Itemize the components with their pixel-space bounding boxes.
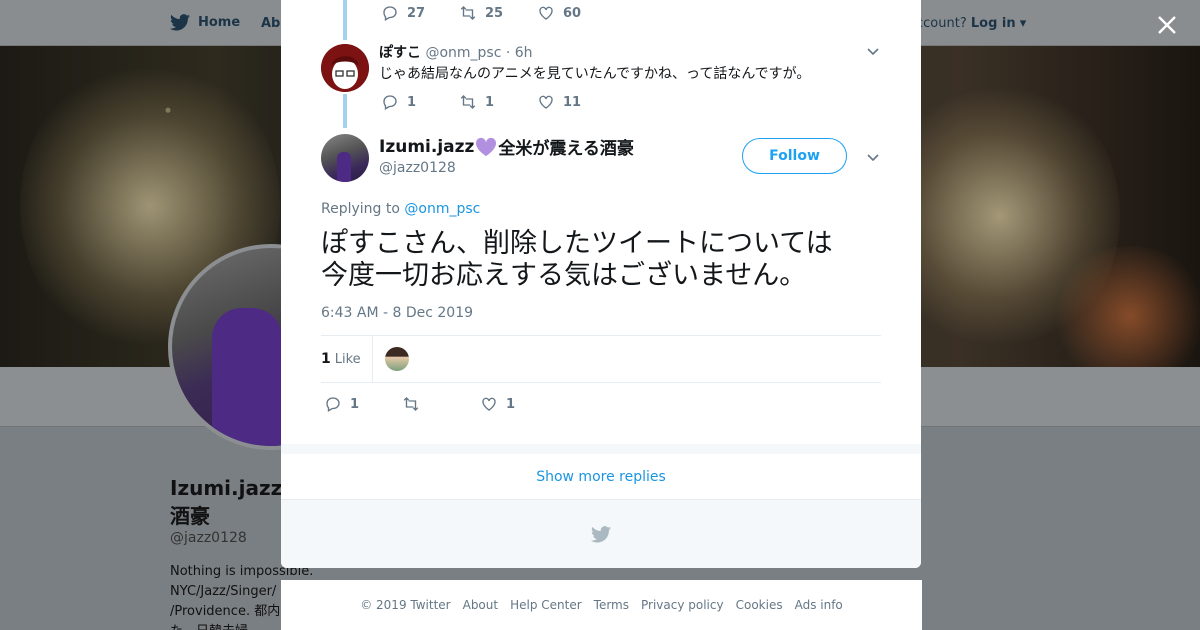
like-count: 11 <box>563 94 582 110</box>
modal-footer <box>281 500 921 568</box>
retweet-icon <box>460 6 476 20</box>
liker-avatar[interactable] <box>384 347 409 371</box>
retweet-count: 25 <box>485 5 504 21</box>
profile-name-line2: 酒豪 <box>170 504 210 528</box>
main-tweet-text-line: 今度一切お応えする気はございません。 <box>321 260 807 291</box>
page-footer: © 2019 Twitter About Help Center Terms P… <box>281 580 922 630</box>
twitter-bird-icon <box>170 14 190 31</box>
divider <box>321 382 881 383</box>
chevron-down-icon: ▾ <box>1019 16 1027 31</box>
reply-icon <box>383 95 397 110</box>
main-author-name[interactable]: Izumi.jazz 全米が震える酒豪 <box>379 134 634 160</box>
reply-count: 1 <box>350 396 360 412</box>
likes-stat[interactable]: 1 Like <box>321 336 373 382</box>
profile-name-text: Izumi.jazz <box>170 476 283 500</box>
heart-icon <box>539 6 553 20</box>
retweet-icon <box>403 397 419 411</box>
thread-line <box>343 94 347 128</box>
main-tweet-actions: 1 1 <box>324 395 558 413</box>
retweet-count: 1 <box>485 94 495 110</box>
footer-link-ads-info[interactable]: Ads info <box>795 598 843 612</box>
replying-prefix: Replying to <box>321 201 400 217</box>
main-tweet-text: ぽすこさん、削除したツイートについては 今度一切お応えする気はございません。 <box>321 228 881 292</box>
main-author-avatar[interactable] <box>321 134 369 182</box>
like-count: 1 <box>506 396 516 412</box>
close-icon[interactable] <box>1154 12 1180 38</box>
avatar-illustration <box>321 44 369 92</box>
main-author-name-suffix: 全米が震える酒豪 <box>498 139 634 159</box>
replying-to: Replying to @onm_psc <box>321 201 480 217</box>
reply-action[interactable]: 1 <box>324 395 402 413</box>
nav-home-label: Home <box>198 15 241 30</box>
chevron-down-icon[interactable] <box>865 43 881 59</box>
reply-action[interactable]: 27 <box>381 4 459 22</box>
reply-tweet-header: ぽすこ @onm_psc · 6h <box>379 42 533 62</box>
profile-name: Izumi.jazz 酒豪 <box>170 474 283 530</box>
retweet-icon <box>460 95 476 109</box>
reply-time[interactable]: · 6h <box>506 45 533 61</box>
like-count: 60 <box>563 5 582 21</box>
reply-action[interactable]: 1 <box>381 93 459 111</box>
section-separator <box>281 444 921 454</box>
twitter-bird-icon <box>591 525 611 542</box>
footer-link-cookies[interactable]: Cookies <box>736 598 783 612</box>
like-action[interactable]: 11 <box>537 93 615 111</box>
footer-link-terms[interactable]: Terms <box>594 598 629 612</box>
heart-icon <box>539 95 553 109</box>
like-action[interactable]: 1 <box>480 395 558 413</box>
nav-home-link[interactable]: Home <box>170 14 240 31</box>
like-action[interactable]: 60 <box>537 4 615 22</box>
footer-link-privacy[interactable]: Privacy policy <box>641 598 724 612</box>
reply-author-handle[interactable]: @onm_psc <box>425 45 501 61</box>
likes-stat-count: 1 <box>321 351 331 367</box>
tweet-modal: 27 25 60 ぽすこ @onm_psc · 6h じゃあ結局なんのアニメを見… <box>281 0 921 568</box>
follow-button[interactable]: Follow <box>742 138 847 174</box>
prev-tweet-actions: 27 25 60 <box>381 4 615 22</box>
retweet-action[interactable] <box>402 395 480 413</box>
show-more-replies-button[interactable]: Show more replies <box>281 454 921 500</box>
chevron-down-icon[interactable] <box>865 149 881 165</box>
profile-handle: @jazz0128 <box>170 530 247 546</box>
tweet-stats: 1 Like <box>321 336 409 382</box>
reply-author-name[interactable]: ぽすこ <box>379 45 421 61</box>
login-link[interactable]: Log in <box>971 16 1016 31</box>
account-prompt: ccount? <box>916 16 967 31</box>
main-author-name-text: Izumi.jazz <box>379 136 475 157</box>
replying-handle-link[interactable]: @onm_psc <box>404 201 480 217</box>
reply-tweet-actions: 1 1 11 <box>381 93 615 111</box>
main-author-handle[interactable]: @jazz0128 <box>379 160 456 176</box>
footer-link-help-center[interactable]: Help Center <box>510 598 582 612</box>
retweet-action[interactable]: 1 <box>459 93 537 111</box>
purple-heart-icon <box>476 137 497 156</box>
reply-icon <box>383 6 397 21</box>
tweet-timestamp[interactable]: 6:43 AM - 8 Dec 2019 <box>321 305 473 321</box>
thread-line <box>343 0 347 40</box>
likes-stat-label: Like <box>334 351 361 367</box>
reply-count: 1 <box>407 94 417 110</box>
footer-copyright: © 2019 Twitter <box>360 598 451 612</box>
reply-tweet-text: じゃあ結局なんのアニメを見ていたんですかね、って話なんですが。 <box>379 66 811 82</box>
footer-link-about[interactable]: About <box>463 598 498 612</box>
reply-icon <box>326 397 340 412</box>
reply-count: 27 <box>407 5 426 21</box>
main-tweet-text-line: ぽすこさん、削除したツイートについては <box>321 228 833 259</box>
heart-icon <box>482 397 496 411</box>
login-area: ccount? Log in ▾ <box>916 16 1026 31</box>
reply-author-avatar[interactable] <box>321 44 369 92</box>
retweet-action[interactable]: 25 <box>459 4 537 22</box>
